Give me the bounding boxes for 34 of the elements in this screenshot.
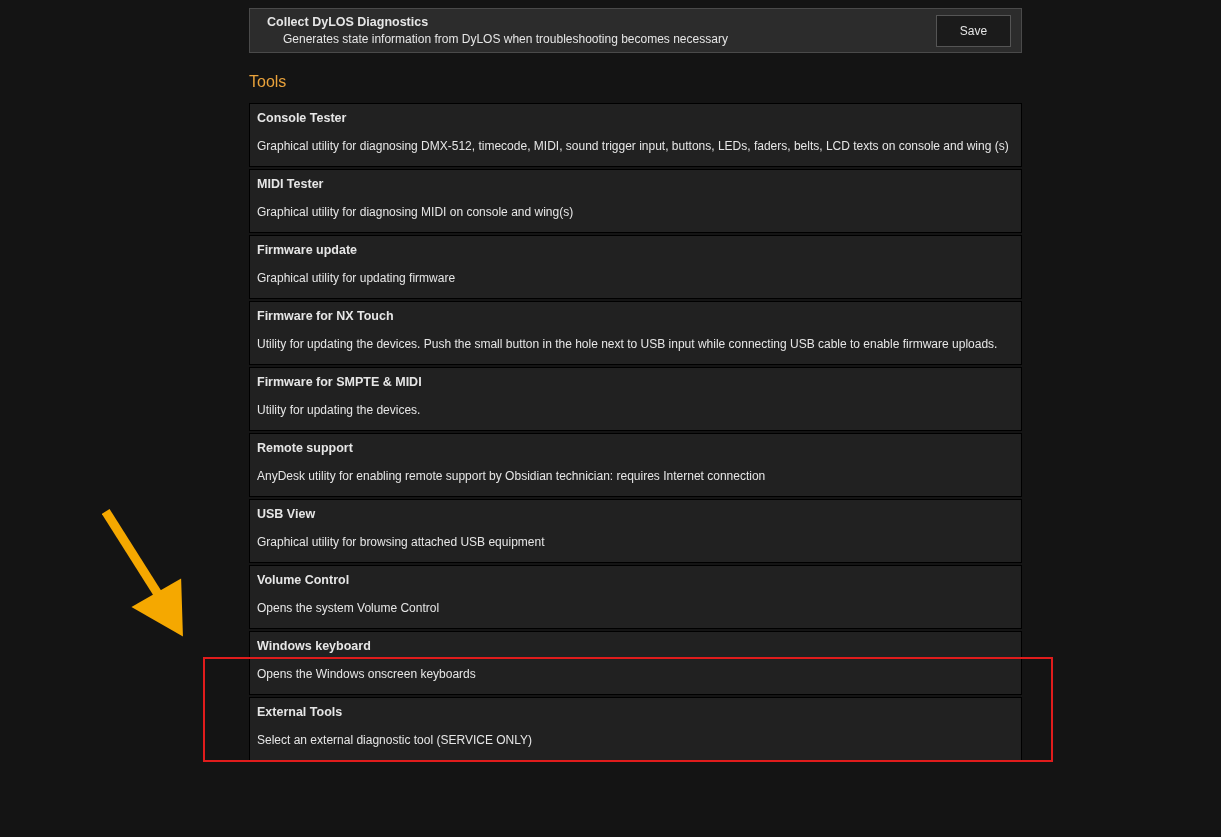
tool-description: Select an external diagnostic tool (SERVICE ONLY) [257, 731, 533, 748]
tool-title: Volume Control [257, 573, 351, 587]
tool-item[interactable]: Firmware for SMPTE & MIDI Utility for updating the devices. [249, 367, 1022, 431]
tool-description: Graphical utility for diagnosing DMX-512, timecode, MIDI, sound trigger input, buttons, LEDs, faders, belts, LCD texts on console and wing (s) [257, 137, 1009, 154]
tool-title: MIDI Tester [257, 177, 325, 191]
tool-item[interactable]: USB View Graphical utility for browsing attached USB equipment [249, 499, 1022, 563]
tool-description: Graphical utility for diagnosing MIDI on console and wing(s) [257, 203, 574, 220]
tool-title: Remote support [257, 441, 354, 455]
section-heading: Tools [249, 73, 288, 91]
tool-description: Utility for updating the devices. [257, 401, 421, 418]
tool-description: Utility for updating the devices. Push the small button in the hole next to USB input while connecting USB cable to enable firmware uploads. [257, 335, 998, 352]
tool-description: Opens the Windows onscreen keyboards [257, 665, 476, 682]
tool-title: Firmware for NX Touch [257, 309, 395, 323]
tool-description: Graphical utility for browsing attached USB equipment [257, 533, 545, 550]
tool-item[interactable]: Firmware update Graphical utility for updating firmware [249, 235, 1022, 299]
tool-item[interactable]: Remote support AnyDesk utility for enabling remote support by Obsidian technician: requires Internet connection [249, 433, 1022, 497]
tool-title: Firmware for SMPTE & MIDI [257, 375, 423, 389]
tool-title: Windows keyboard [257, 639, 372, 653]
tool-item[interactable]: Console Tester Graphical utility for diagnosing DMX-512, timecode, MIDI, sound trigger input, buttons, LEDs, faders, belts, LCD texts on console and wing (s) [249, 103, 1022, 167]
tool-description: AnyDesk utility for enabling remote support by Obsidian technician: requires Internet connection [257, 467, 766, 484]
tool-item[interactable]: External Tools Select an external diagnostic tool (SERVICE ONLY) [249, 697, 1022, 761]
tool-title: Firmware update [257, 243, 359, 257]
tool-description: Graphical utility for updating firmware [257, 269, 456, 286]
tool-title: External Tools [257, 705, 344, 719]
diagnostics-title: Collect DyLOS Diagnostics [267, 15, 430, 29]
tool-title: Console Tester [257, 111, 348, 125]
tool-item[interactable]: Windows keyboard Opens the Windows onscreen keyboards [249, 631, 1022, 695]
tool-item[interactable]: MIDI Tester Graphical utility for diagnosing MIDI on console and wing(s) [249, 169, 1022, 233]
save-button[interactable]: Save [936, 14, 1011, 47]
tool-item[interactable]: Volume Control Opens the system Volume Control [249, 565, 1022, 629]
diagnostics-description: Generates state information from DyLOS when troubleshooting becomes necessary [282, 32, 728, 46]
tool-item[interactable]: Firmware for NX Touch Utility for updating the devices. Push the small button in the hole next to USB input while connecting USB cable to enable firmware uploads. [249, 301, 1022, 365]
tool-title: USB View [257, 507, 317, 521]
tool-description: Opens the system Volume Control [257, 599, 440, 616]
